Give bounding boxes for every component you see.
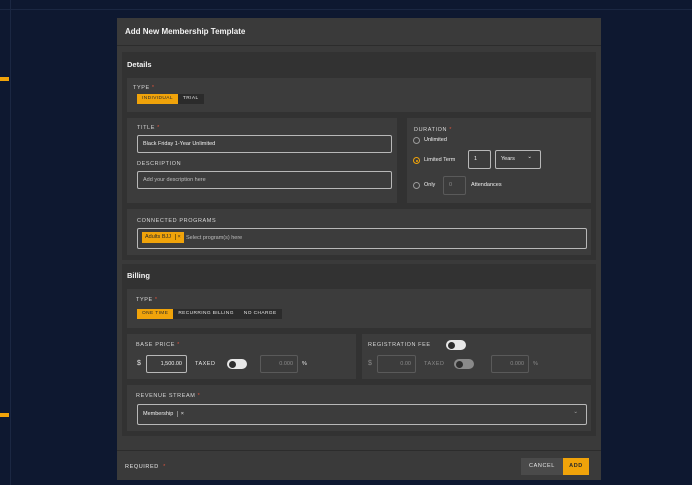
required-note: REQUIRED * [125,464,166,470]
registration-fee-label: REGISTRATION FEE [368,342,431,348]
billing-type-label: TYPE * [136,297,158,303]
membership-template-modal: Add New Membership Template Details TYPE… [117,18,601,480]
title-label: TITLE * [137,125,160,131]
top-border [0,9,692,10]
duration-only-label: Only [424,182,436,188]
description-input[interactable]: Add your description here [137,171,392,189]
chevron-down-icon: ⌄ [527,154,532,160]
duration-card: DURATION * Unlimited Limited Term 1 Year… [407,118,591,203]
revenue-stream-label: REVENUE STREAM * [136,393,201,399]
modal-header: Add New Membership Template [117,18,601,46]
revenue-stream-card: REVENUE STREAM * Membership × ⌄ [127,385,591,431]
tab-trial[interactable]: TRIAL [177,94,204,104]
attendances-label: Attendances [471,182,502,188]
term-value-input[interactable]: 1 [468,150,491,169]
registration-fee-input[interactable]: 0.00 [377,355,416,373]
details-title: Details [127,60,152,69]
tab-recurring-billing[interactable]: RECURRING BILLING [173,309,239,319]
base-price-tax-input[interactable]: 0.000 [260,355,298,373]
registration-fee-currency: $ [368,360,372,367]
left-marker-top [0,77,9,81]
left-marker-bottom [0,413,9,417]
title-description-card: TITLE * Black Friday 1-Year Unlimited DE… [127,118,397,203]
base-price-taxed-label: TAXED [195,361,216,367]
revenue-stream-value: Membership [143,411,174,417]
duration-label: DURATION * [414,127,453,133]
base-price-label: BASE PRICE * [136,342,180,348]
registration-fee-card: REGISTRATION FEE $ 0.00 TAXED 0.000 % [362,334,591,379]
add-button[interactable]: ADD [563,458,589,475]
registration-fee-taxed-toggle[interactable] [454,359,474,369]
details-type-label: TYPE * [133,85,155,91]
tab-one-time[interactable]: ONE TIME [137,309,174,319]
modal-footer: REQUIRED * CANCEL ADD [117,450,601,480]
billing-type-card: TYPE * ONE TIME RECURRING BILLING NO CHA… [127,289,591,328]
base-price-taxed-toggle[interactable] [227,359,247,369]
connected-programs-select[interactable]: Adults BJJ × Select program(s) here [137,228,587,249]
connected-programs-label: CONNECTED PROGRAMS [137,218,217,224]
program-chip[interactable]: Adults BJJ × [142,232,184,243]
base-price-card: BASE PRICE * $ 1,500.00 TAXED 0.000 % [127,334,356,379]
registration-fee-taxed-label: TAXED [424,361,445,367]
details-type-tabs: INDIVIDUAL TRIAL [137,94,204,104]
programs-placeholder: Select program(s) here [186,235,243,241]
base-price-percent: % [302,361,307,367]
details-type-card: TYPE * INDIVIDUAL TRIAL [127,78,591,112]
registration-fee-tax-input[interactable]: 0.000 [491,355,529,373]
connected-programs-card: CONNECTED PROGRAMS Adults BJJ × Select p… [127,209,591,255]
billing-title: Billing [127,271,150,280]
duration-unlimited-radio[interactable] [413,137,420,144]
left-border [10,0,11,485]
attendance-value-input[interactable]: 0 [443,176,466,195]
billing-section: Billing TYPE * ONE TIME RECURRING BILLIN… [122,264,596,436]
cancel-button[interactable]: CANCEL [521,458,563,475]
registration-fee-toggle[interactable] [446,340,466,350]
billing-type-tabs: ONE TIME RECURRING BILLING NO CHARGE [137,309,282,319]
title-input[interactable]: Black Friday 1-Year Unlimited [137,135,392,153]
chevron-down-icon: ⌄ [573,409,578,415]
duration-limited-label: Limited Term [424,157,456,163]
term-unit-select[interactable]: Years ⌄ [495,150,541,169]
tab-no-charge[interactable]: NO CHARGE [238,309,282,319]
revenue-stream-clear-icon[interactable]: × [176,411,185,417]
description-label: DESCRIPTION [137,161,182,167]
revenue-stream-select[interactable]: Membership × ⌄ [137,404,587,425]
tab-individual[interactable]: INDIVIDUAL [137,94,178,104]
duration-unlimited-label: Unlimited [424,137,447,143]
base-price-currency: $ [137,360,141,367]
duration-limited-radio[interactable] [413,157,420,164]
duration-only-radio[interactable] [413,182,420,189]
registration-fee-percent: % [533,361,538,367]
details-section: Details TYPE * INDIVIDUAL TRIAL TITLE * … [122,52,596,260]
chip-remove-icon[interactable]: × [174,234,181,240]
modal-title: Add New Membership Template [125,27,246,36]
base-price-input[interactable]: 1,500.00 [146,355,187,373]
